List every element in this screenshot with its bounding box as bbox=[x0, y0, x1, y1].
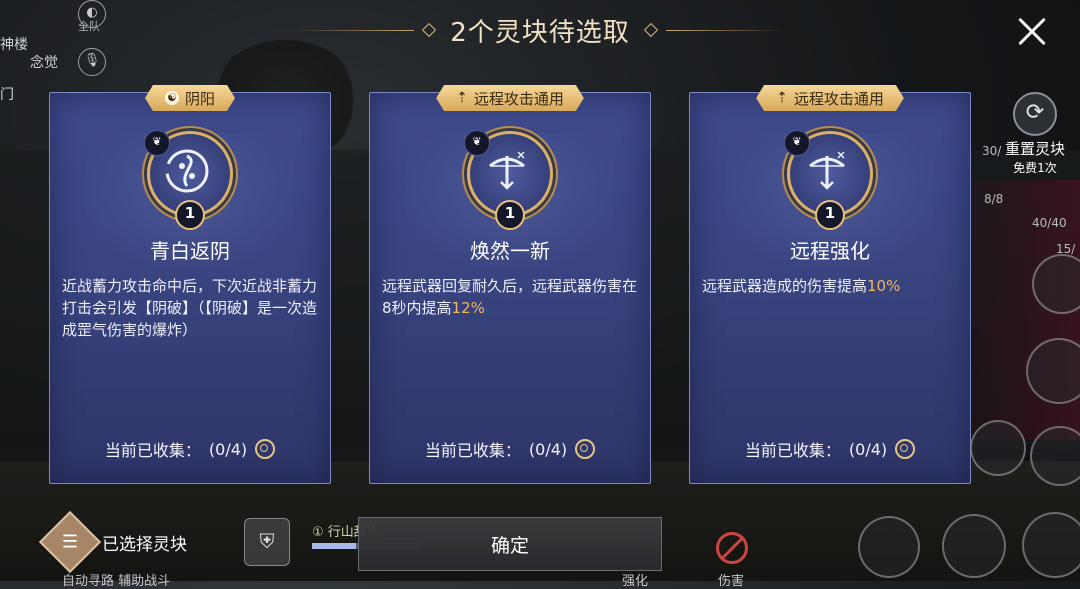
arrow-up-icon: ⇡ bbox=[776, 90, 788, 106]
microphone-icon[interactable]: 🎙 bbox=[78, 48, 106, 76]
card-description-highlight: 10% bbox=[867, 277, 901, 295]
page-header: 2个灵块待选取 bbox=[220, 8, 860, 52]
diamond-ornament-icon bbox=[422, 22, 437, 38]
map-label: 门 bbox=[0, 87, 14, 103]
card-description: 近战蓄力攻击命中后，下次近战非蓄力打击会引发【阴破】（【阴破】是一次造成罡气伤害… bbox=[62, 275, 320, 341]
armor-icon[interactable]: ⛨ bbox=[244, 518, 290, 566]
refresh-icon: ⟳ bbox=[1013, 92, 1057, 136]
card-description-highlight: 12% bbox=[451, 299, 485, 317]
butterfly-icon: ❦ bbox=[144, 130, 170, 156]
card-emblem: ❦ 1 bbox=[464, 130, 553, 230]
spirit-card-ranged-renew[interactable]: ⇡ 远程攻击通用 ❦ 1 焕然一新 远程武器回复耐久后，远程武器伤害在8秒内提高… bbox=[369, 92, 651, 484]
header-line-right bbox=[665, 29, 786, 31]
selected-spirits-label: 已选择灵块 bbox=[102, 534, 187, 555]
card-name: 焕然一新 bbox=[470, 239, 550, 263]
collect-value: (0/4) bbox=[848, 439, 888, 459]
card-name: 青白返阴 bbox=[150, 239, 230, 263]
card-description-text: 近战蓄力攻击命中后，下次近战非蓄力打击会引发【阴破】（【阴破】是一次造成罡气伤害… bbox=[62, 277, 318, 339]
skill-slot[interactable] bbox=[858, 516, 920, 578]
search-icon[interactable] bbox=[575, 439, 596, 459]
card-description-text: 远程武器造成的伤害提高 bbox=[702, 277, 868, 295]
search-icon[interactable] bbox=[255, 439, 276, 459]
header-line-left bbox=[294, 29, 415, 31]
butterfly-icon: ❦ bbox=[464, 130, 490, 156]
list-icon: ☰ bbox=[38, 510, 102, 574]
card-name: 远程强化 bbox=[790, 239, 870, 263]
confirm-button[interactable]: 确定 bbox=[358, 517, 662, 571]
bottom-sub-label: 自动寻路 辅助战斗 bbox=[62, 574, 171, 589]
damage-label: 伤害 bbox=[718, 574, 745, 589]
card-category-tag: ⇡ 远程攻击通用 bbox=[756, 85, 904, 111]
collect-value: (0/4) bbox=[528, 439, 568, 459]
spirit-card-ranged-boost[interactable]: ⇡ 远程攻击通用 ❦ 1 远程强化 远程武器造成的伤害提高10% 当前已收集： … bbox=[689, 92, 971, 484]
card-description: 远程武器造成的伤害提高10% bbox=[702, 275, 960, 297]
team-label: 全队 bbox=[78, 20, 100, 33]
search-icon[interactable] bbox=[895, 439, 916, 459]
bow-icon bbox=[809, 151, 845, 190]
diamond-ornament-icon bbox=[643, 22, 658, 38]
map-label: 神楼 bbox=[0, 37, 28, 53]
collect-label: 当前已收集： bbox=[744, 441, 841, 460]
spirit-card-yin-yang[interactable]: ☯ 阴阳 ❦ 1 青白返阴 近战蓄力攻击命中后，下次近战非蓄力打击会引发【阴破】… bbox=[49, 92, 331, 484]
card-collect-status: 当前已收集： (0/4) bbox=[690, 437, 970, 461]
quest-number: ① bbox=[312, 525, 324, 540]
card-tag-label: 远程攻击通用 bbox=[473, 89, 564, 108]
collect-value: (0/4) bbox=[208, 439, 248, 459]
skill-slot[interactable] bbox=[1022, 512, 1080, 578]
card-description-text: 远程武器回复耐久后，远程武器伤害在8秒内提高 bbox=[382, 277, 638, 317]
quest-progress-fill bbox=[312, 543, 356, 549]
collect-label: 当前已收集： bbox=[104, 441, 201, 460]
map-label: 念觉 bbox=[30, 55, 58, 71]
confirm-label: 确定 bbox=[490, 534, 529, 557]
collect-label: 当前已收集： bbox=[424, 441, 521, 460]
card-category-tag: ☯ 阴阳 bbox=[145, 85, 235, 111]
stat-text: 40/40 bbox=[1032, 216, 1067, 230]
arrow-up-icon: ⇡ bbox=[456, 90, 468, 106]
prohibit-icon[interactable] bbox=[716, 532, 748, 564]
close-button[interactable] bbox=[1012, 12, 1052, 52]
card-level-badge: 1 bbox=[495, 200, 525, 230]
butterfly-icon: ❦ bbox=[784, 130, 810, 156]
card-emblem: ❦ 1 bbox=[144, 130, 233, 230]
card-description: 远程武器回复耐久后，远程武器伤害在8秒内提高12% bbox=[382, 275, 640, 319]
card-tag-label: 阴阳 bbox=[184, 89, 216, 108]
card-level-badge: 1 bbox=[815, 200, 845, 230]
strengthen-label: 强化 bbox=[622, 574, 649, 589]
skill-slot[interactable] bbox=[942, 514, 1006, 578]
bow-icon bbox=[489, 151, 525, 190]
card-tag-label: 远程攻击通用 bbox=[793, 89, 884, 108]
page-title: 2个灵块待选取 bbox=[450, 17, 630, 48]
selected-spirits-button[interactable]: ☰ 已选择灵块 bbox=[38, 510, 187, 574]
card-emblem: ❦ 1 bbox=[784, 130, 873, 230]
card-category-tag: ⇡ 远程攻击通用 bbox=[436, 85, 584, 111]
yin-yang-swirl-icon bbox=[165, 149, 209, 193]
reset-spirit-button[interactable]: ⟳ 重置灵块 免费1次 bbox=[990, 92, 1080, 176]
card-collect-status: 当前已收集： (0/4) bbox=[370, 437, 650, 461]
yin-yang-icon: ☯ bbox=[165, 91, 179, 105]
skill-slot[interactable] bbox=[970, 420, 1026, 476]
reset-label: 重置灵块 bbox=[1004, 140, 1065, 158]
stat-text: 8/8 bbox=[984, 192, 1004, 206]
stat-text: 30/ bbox=[982, 144, 1002, 158]
card-level-badge: 1 bbox=[175, 200, 205, 230]
reset-sub-label: 免费1次 bbox=[1013, 161, 1057, 175]
card-collect-status: 当前已收集： (0/4) bbox=[50, 437, 330, 461]
